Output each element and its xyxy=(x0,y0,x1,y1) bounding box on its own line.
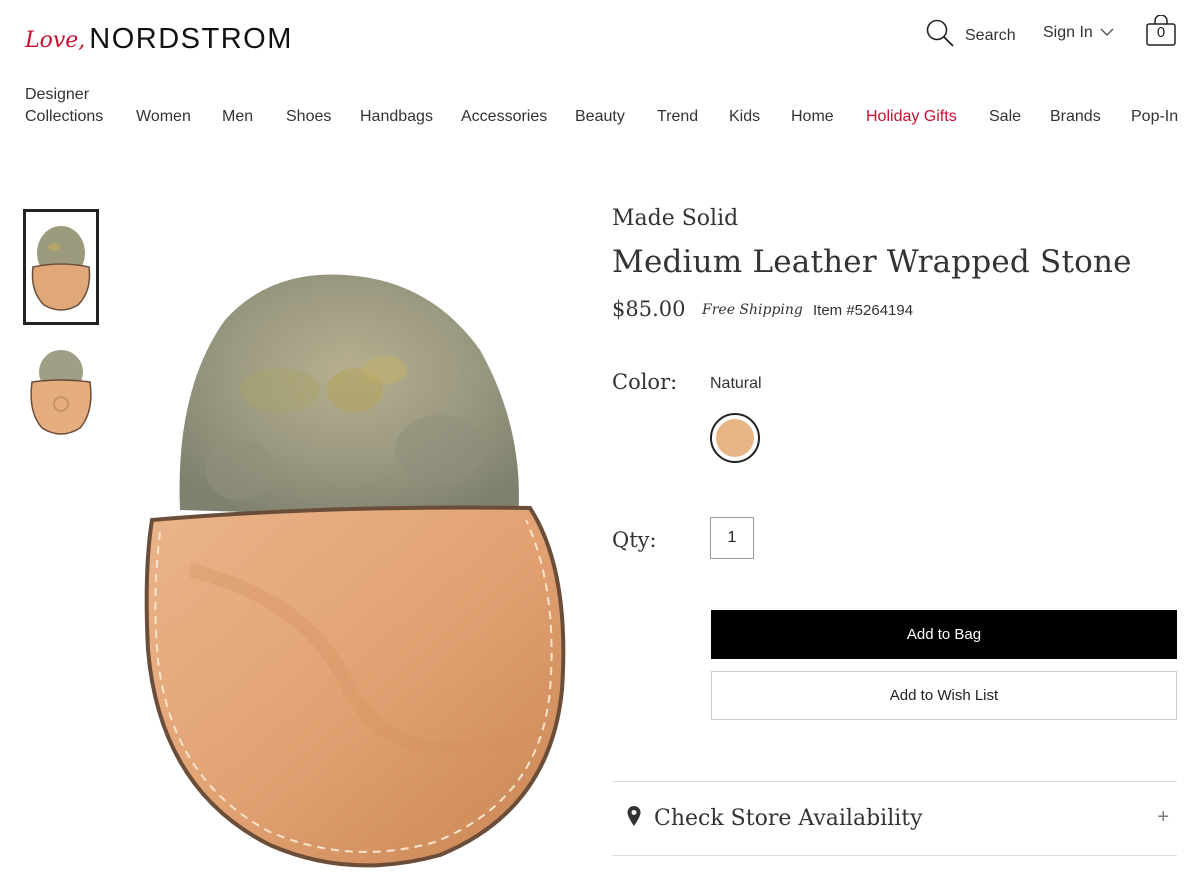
product-title: Medium Leather Wrapped Stone xyxy=(612,244,1132,280)
nav-item-pop-in[interactable]: Pop-In xyxy=(1131,106,1178,128)
thumbnail-image xyxy=(30,350,92,435)
nordstrom-logo[interactable]: Love, NORDSTROM xyxy=(25,14,293,54)
check-store-availability[interactable]: Check Store Availability + xyxy=(612,782,1177,855)
selected-color-name: Natural xyxy=(710,375,762,392)
chevron-down-icon xyxy=(1100,24,1114,42)
product-thumbnail-2[interactable] xyxy=(25,335,97,445)
quantity-input[interactable]: 1 xyxy=(710,517,754,559)
product-thumbnail-1[interactable] xyxy=(23,209,99,325)
add-to-wish-list-button[interactable]: Add to Wish List xyxy=(711,671,1177,720)
sign-in-button[interactable]: Sign In xyxy=(1043,24,1114,42)
nav-item-brands[interactable]: Brands xyxy=(1050,106,1101,128)
nav-item-shoes[interactable]: Shoes xyxy=(286,106,331,128)
color-swatch-natural[interactable] xyxy=(710,413,760,463)
product-price: $85.00 xyxy=(612,297,686,321)
search-icon xyxy=(925,18,955,53)
nav-item-accessories[interactable]: Accessories xyxy=(461,106,547,128)
nav-item-kids[interactable]: Kids xyxy=(729,106,760,128)
logo-script: Love, xyxy=(25,28,86,53)
nav-item-trend[interactable]: Trend xyxy=(657,106,698,128)
map-pin-icon xyxy=(626,805,642,832)
quantity-label: Qty: xyxy=(612,528,657,552)
expand-plus-icon[interactable]: + xyxy=(1157,806,1169,829)
product-brand-link[interactable]: Made Solid xyxy=(612,206,738,231)
logo-brand: NORDSTROM xyxy=(89,23,293,55)
add-to-bag-button[interactable]: Add to Bag xyxy=(711,610,1177,659)
nav-item-holiday-gifts[interactable]: Holiday Gifts xyxy=(866,106,957,128)
search-button[interactable]: Search xyxy=(925,18,1016,53)
nav-item-designer-collections[interactable]: Designer Collections xyxy=(25,84,103,128)
divider xyxy=(612,855,1177,856)
bag-count: 0 xyxy=(1156,24,1166,41)
free-shipping-link[interactable]: Free Shipping xyxy=(702,302,803,318)
nav-item-home[interactable]: Home xyxy=(791,106,834,128)
nav-item-sale[interactable]: Sale xyxy=(989,106,1021,128)
color-label: Color: xyxy=(612,370,678,394)
sign-in-label: Sign In xyxy=(1043,24,1093,41)
thumbnail-image xyxy=(31,226,91,311)
main-navigation: Designer Collections Women Men Shoes Han… xyxy=(0,86,1200,130)
item-number: Item #5264194 xyxy=(813,302,914,319)
nav-item-beauty[interactable]: Beauty xyxy=(575,106,625,128)
swatch-fill xyxy=(716,419,754,457)
product-main-image[interactable] xyxy=(130,270,580,878)
leather-wrapped-stone-image xyxy=(144,274,566,868)
check-store-availability-label: Check Store Availability xyxy=(654,806,923,831)
shopping-bag-button[interactable]: 0 xyxy=(1145,14,1177,47)
nav-item-handbags[interactable]: Handbags xyxy=(360,106,433,128)
search-label: Search xyxy=(965,26,1016,44)
nav-item-women[interactable]: Women xyxy=(136,106,191,128)
nav-item-men[interactable]: Men xyxy=(222,106,253,128)
